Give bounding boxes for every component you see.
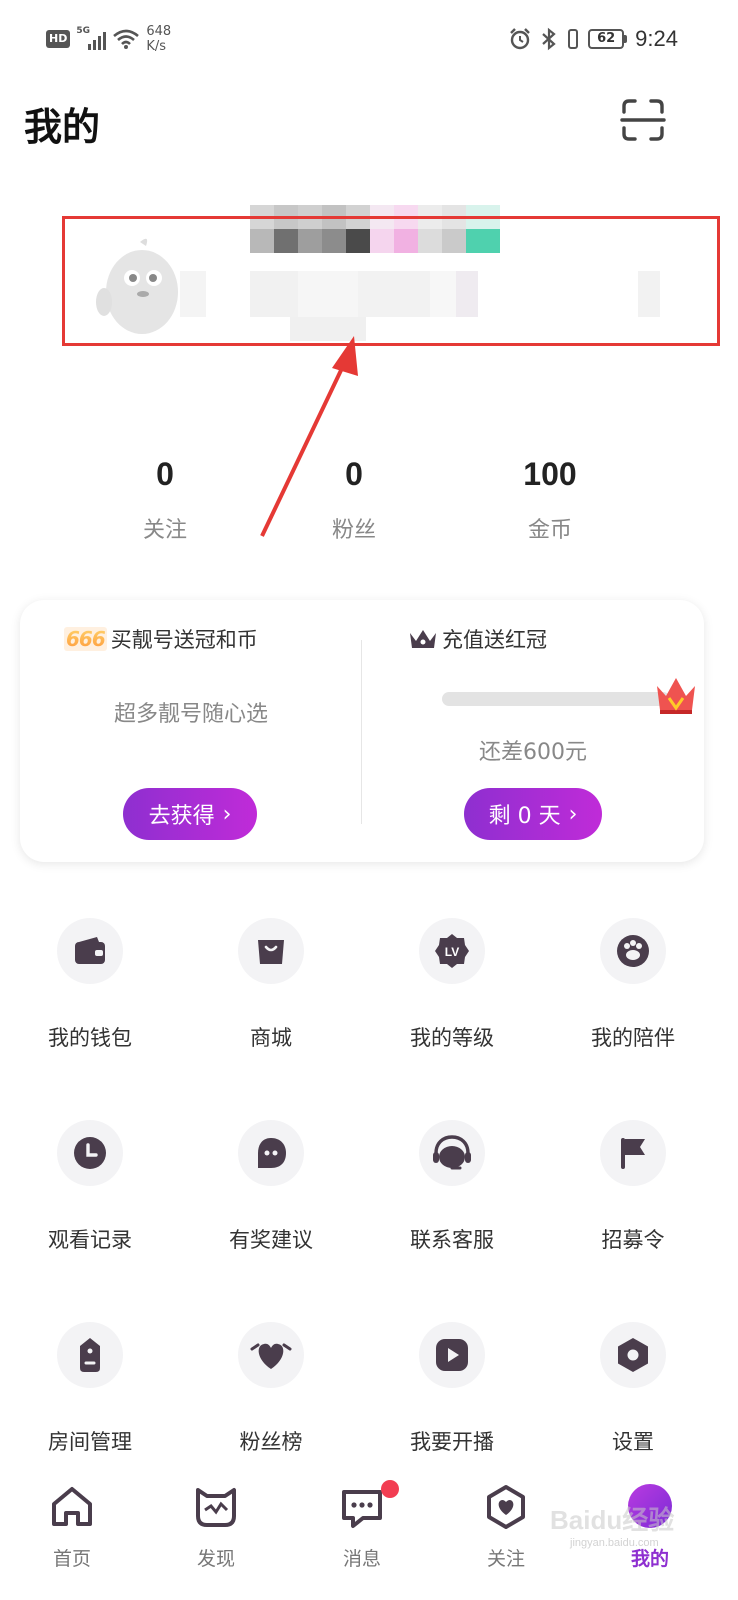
vibrate-icon [568, 29, 579, 49]
grid-item-companion[interactable]: 我的陪伴 [543, 918, 723, 1058]
grid-label: 房间管理 [48, 1430, 132, 1454]
stat-label: 粉丝 [331, 518, 376, 543]
grid-label: 设置 [612, 1430, 654, 1454]
stats-row: 0 关注 0 粉丝 100 金币 [70, 456, 670, 556]
nav-label: 发现 [196, 1548, 235, 1570]
promo-card: 666 买靓号送冠和币 超多靓号随心选 去获得 › 充值送红冠 还差600元 剩… [20, 600, 704, 862]
annotation-highlight-box [62, 216, 720, 346]
grid-item-history[interactable]: 观看记录 [0, 1120, 180, 1260]
battery-indicator: 62 [588, 29, 628, 49]
grid-label: 商城 [250, 1026, 292, 1050]
tag-icon [80, 1338, 100, 1372]
scan-icon [620, 99, 666, 141]
page-title: 我的 [24, 105, 101, 149]
wallet-icon [75, 937, 105, 964]
days-left-button[interactable]: 剩 0 天 › [464, 788, 602, 840]
nav-label: 首页 [52, 1548, 91, 1570]
grid-item-fan-ranking[interactable]: 粉丝榜 [181, 1322, 361, 1462]
stat-coins[interactable]: 100 金币 [470, 456, 630, 544]
grid-item-customer-service[interactable]: 联系客服 [362, 1120, 542, 1260]
chat-bubble-icon [258, 1138, 286, 1168]
grid-item-suggestion[interactable]: 有奖建议 [181, 1120, 361, 1260]
nav-item-discover[interactable]: 发现 [146, 1484, 286, 1571]
heart-icon [250, 1343, 292, 1369]
chevron-right-icon: › [222, 801, 232, 827]
watermark: Baidu经验 jingyan.baidu.com [550, 1505, 675, 1549]
grid-label: 有奖建议 [229, 1228, 313, 1252]
stat-value: 100 [523, 456, 577, 492]
grid-label: 我的钱包 [48, 1026, 132, 1050]
promo-left-title: 买靓号送冠和币 [110, 628, 258, 652]
bluetooth-icon [542, 27, 556, 51]
grid-item-recruit[interactable]: 招募令 [543, 1120, 723, 1260]
promo-left-subtitle: 超多靓号随心选 [113, 702, 268, 727]
hd-badge: HD [46, 30, 71, 48]
grid-label: 粉丝榜 [239, 1430, 303, 1454]
crown-icon [410, 630, 436, 648]
scan-button[interactable] [620, 98, 666, 142]
badge-666-icon: 666 [64, 627, 107, 651]
stat-value: 0 [345, 456, 363, 492]
headset-icon [433, 1135, 471, 1170]
grid-item-room-manage[interactable]: 房间管理 [0, 1322, 180, 1462]
get-pretty-number-button[interactable]: 去获得 › [123, 788, 257, 840]
wifi-icon [113, 29, 140, 49]
promo-right-title: 充值送红冠 [442, 628, 547, 652]
stat-label: 金币 [527, 518, 572, 543]
network-speed: 648 K/s [146, 24, 172, 54]
clock-icon [74, 1137, 106, 1169]
flag-icon [621, 1138, 645, 1169]
grid-label: 联系客服 [410, 1228, 494, 1252]
message-icon [342, 1490, 382, 1528]
recharge-progress-bar [442, 692, 670, 706]
stat-label: 关注 [142, 518, 187, 543]
paw-icon [617, 935, 649, 967]
stat-value: 0 [156, 456, 174, 492]
nav-label: 消息 [342, 1548, 381, 1570]
nav-item-home[interactable]: 首页 [2, 1484, 142, 1571]
grid-label: 我的等级 [410, 1026, 494, 1050]
promo-pretty-number: 666 买靓号送冠和币 超多靓号随心选 去获得 › [20, 600, 362, 862]
status-time: 9:24 [635, 26, 678, 51]
alarm-icon [510, 28, 531, 50]
promo-recharge-crown: 充值送红冠 还差600元 剩 0 天 › [362, 600, 704, 862]
unread-dot [381, 1480, 399, 1498]
home-icon [52, 1487, 92, 1526]
svg-text:LV: LV [445, 945, 459, 959]
grid-label: 观看记录 [48, 1228, 132, 1252]
grid-item-settings[interactable]: 设置 [543, 1322, 723, 1462]
grid-label: 我要开播 [410, 1430, 494, 1454]
grid-label: 招募令 [601, 1228, 665, 1252]
nav-item-messages[interactable]: 消息 [292, 1480, 432, 1571]
stat-following[interactable]: 0 关注 [85, 456, 245, 544]
grid-label: 我的陪伴 [591, 1026, 675, 1050]
status-bar: HD 5G 648 K/s 62 9:24 [0, 0, 738, 84]
promo-remain-amount: 还差600元 [479, 740, 587, 765]
signal-icon: 5G [76, 26, 107, 50]
follow-heart-icon [487, 1485, 525, 1529]
stat-fans[interactable]: 0 粉丝 [274, 456, 434, 544]
grid-item-level[interactable]: LV 我的等级 [362, 918, 542, 1058]
grid-item-start-live[interactable]: 我要开播 [362, 1322, 542, 1462]
shopping-bag-icon [258, 940, 284, 964]
grid-item-mall[interactable]: 商城 [181, 918, 361, 1058]
settings-icon [618, 1338, 648, 1372]
play-icon [436, 1339, 468, 1371]
chevron-right-icon: › [568, 801, 578, 827]
discover-cat-icon [196, 1488, 236, 1527]
level-badge-icon: LV [435, 934, 469, 968]
red-crown-icon [657, 678, 695, 714]
grid-item-wallet[interactable]: 我的钱包 [0, 918, 180, 1058]
